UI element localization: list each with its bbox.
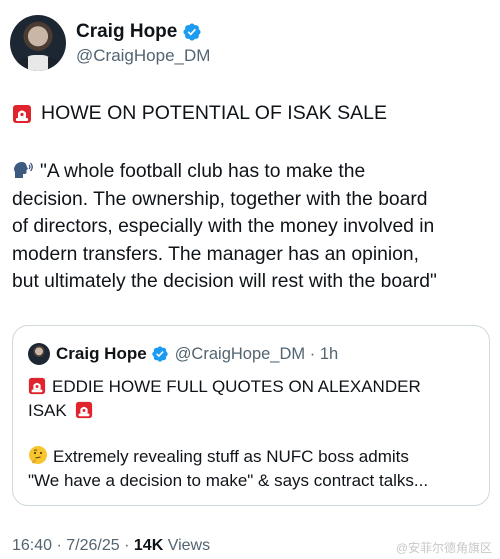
- quoted-line-4: "We have a decision to make" & says cont…: [28, 470, 429, 490]
- author-names: Craig Hope @CraigHope_DM: [76, 21, 210, 66]
- verified-badge-icon: [183, 22, 201, 41]
- siren-emoji-icon: [28, 377, 46, 395]
- thinking-face-icon: [29, 446, 47, 464]
- views-label: Views: [167, 537, 211, 554]
- quoted-tweet-text: EDDIE HOWE FULL QUOTES ON ALEXANDER ISAK…: [28, 375, 478, 492]
- tweet-headline: HOWE ON POTENTIAL OF ISAK SALE: [12, 102, 387, 125]
- quoted-author-avatar: [28, 343, 50, 365]
- quoted-tweet-header: Craig Hope @CraigHope_DM · 1h: [28, 343, 338, 365]
- watermark: @安菲尔德角旗区: [395, 541, 492, 555]
- tweet-time[interactable]: 16:40: [12, 537, 52, 554]
- author-display-name[interactable]: Craig Hope: [76, 21, 177, 43]
- views-count: 14K: [133, 537, 164, 554]
- author-avatar[interactable]: [10, 15, 66, 71]
- quoted-line-1: EDDIE HOWE FULL QUOTES ON ALEXANDER: [28, 375, 478, 399]
- author-handle[interactable]: @CraigHope_DM: [76, 46, 210, 66]
- quote-line-5: but ultimately the decision will rest wi…: [12, 271, 437, 292]
- quoted-author-name: Craig Hope: [56, 344, 147, 363]
- quote-line-2: decision. The ownership, together with t…: [12, 188, 428, 210]
- quote-line-3: of directors, especially with the money …: [12, 216, 435, 237]
- tweet-date[interactable]: 7/26/25: [66, 537, 119, 554]
- tweet-meta: 16:40 · 7/26/25 · 14K Views: [12, 537, 211, 554]
- headline-text: HOWE ON POTENTIAL OF ISAK SALE: [41, 102, 388, 124]
- quoted-line-2: ISAK: [28, 399, 478, 423]
- quote-line-1: "A whole football club has to make the: [40, 161, 366, 182]
- tweet-author-header: Craig Hope @CraigHope_DM: [10, 14, 210, 72]
- quoted-tweet-card[interactable]: Craig Hope @CraigHope_DM · 1h EDDIE HOWE…: [12, 325, 490, 506]
- verified-badge-icon: [152, 346, 168, 362]
- siren-emoji-icon: [76, 401, 93, 418]
- siren-emoji-icon: [13, 104, 31, 123]
- quote-line-4: modern transfers. The manager has an opi…: [12, 243, 419, 265]
- quoted-author-handle: @CraigHope_DM · 1h: [174, 344, 339, 363]
- speaking-head-icon: [14, 162, 33, 178]
- quoted-line-3: Extremely revealing stuff as NUFC boss a…: [28, 445, 478, 469]
- body-line-1: "A whole football club has to make the: [12, 158, 492, 186]
- tweet-body: "A whole football club has to make the d…: [12, 158, 492, 296]
